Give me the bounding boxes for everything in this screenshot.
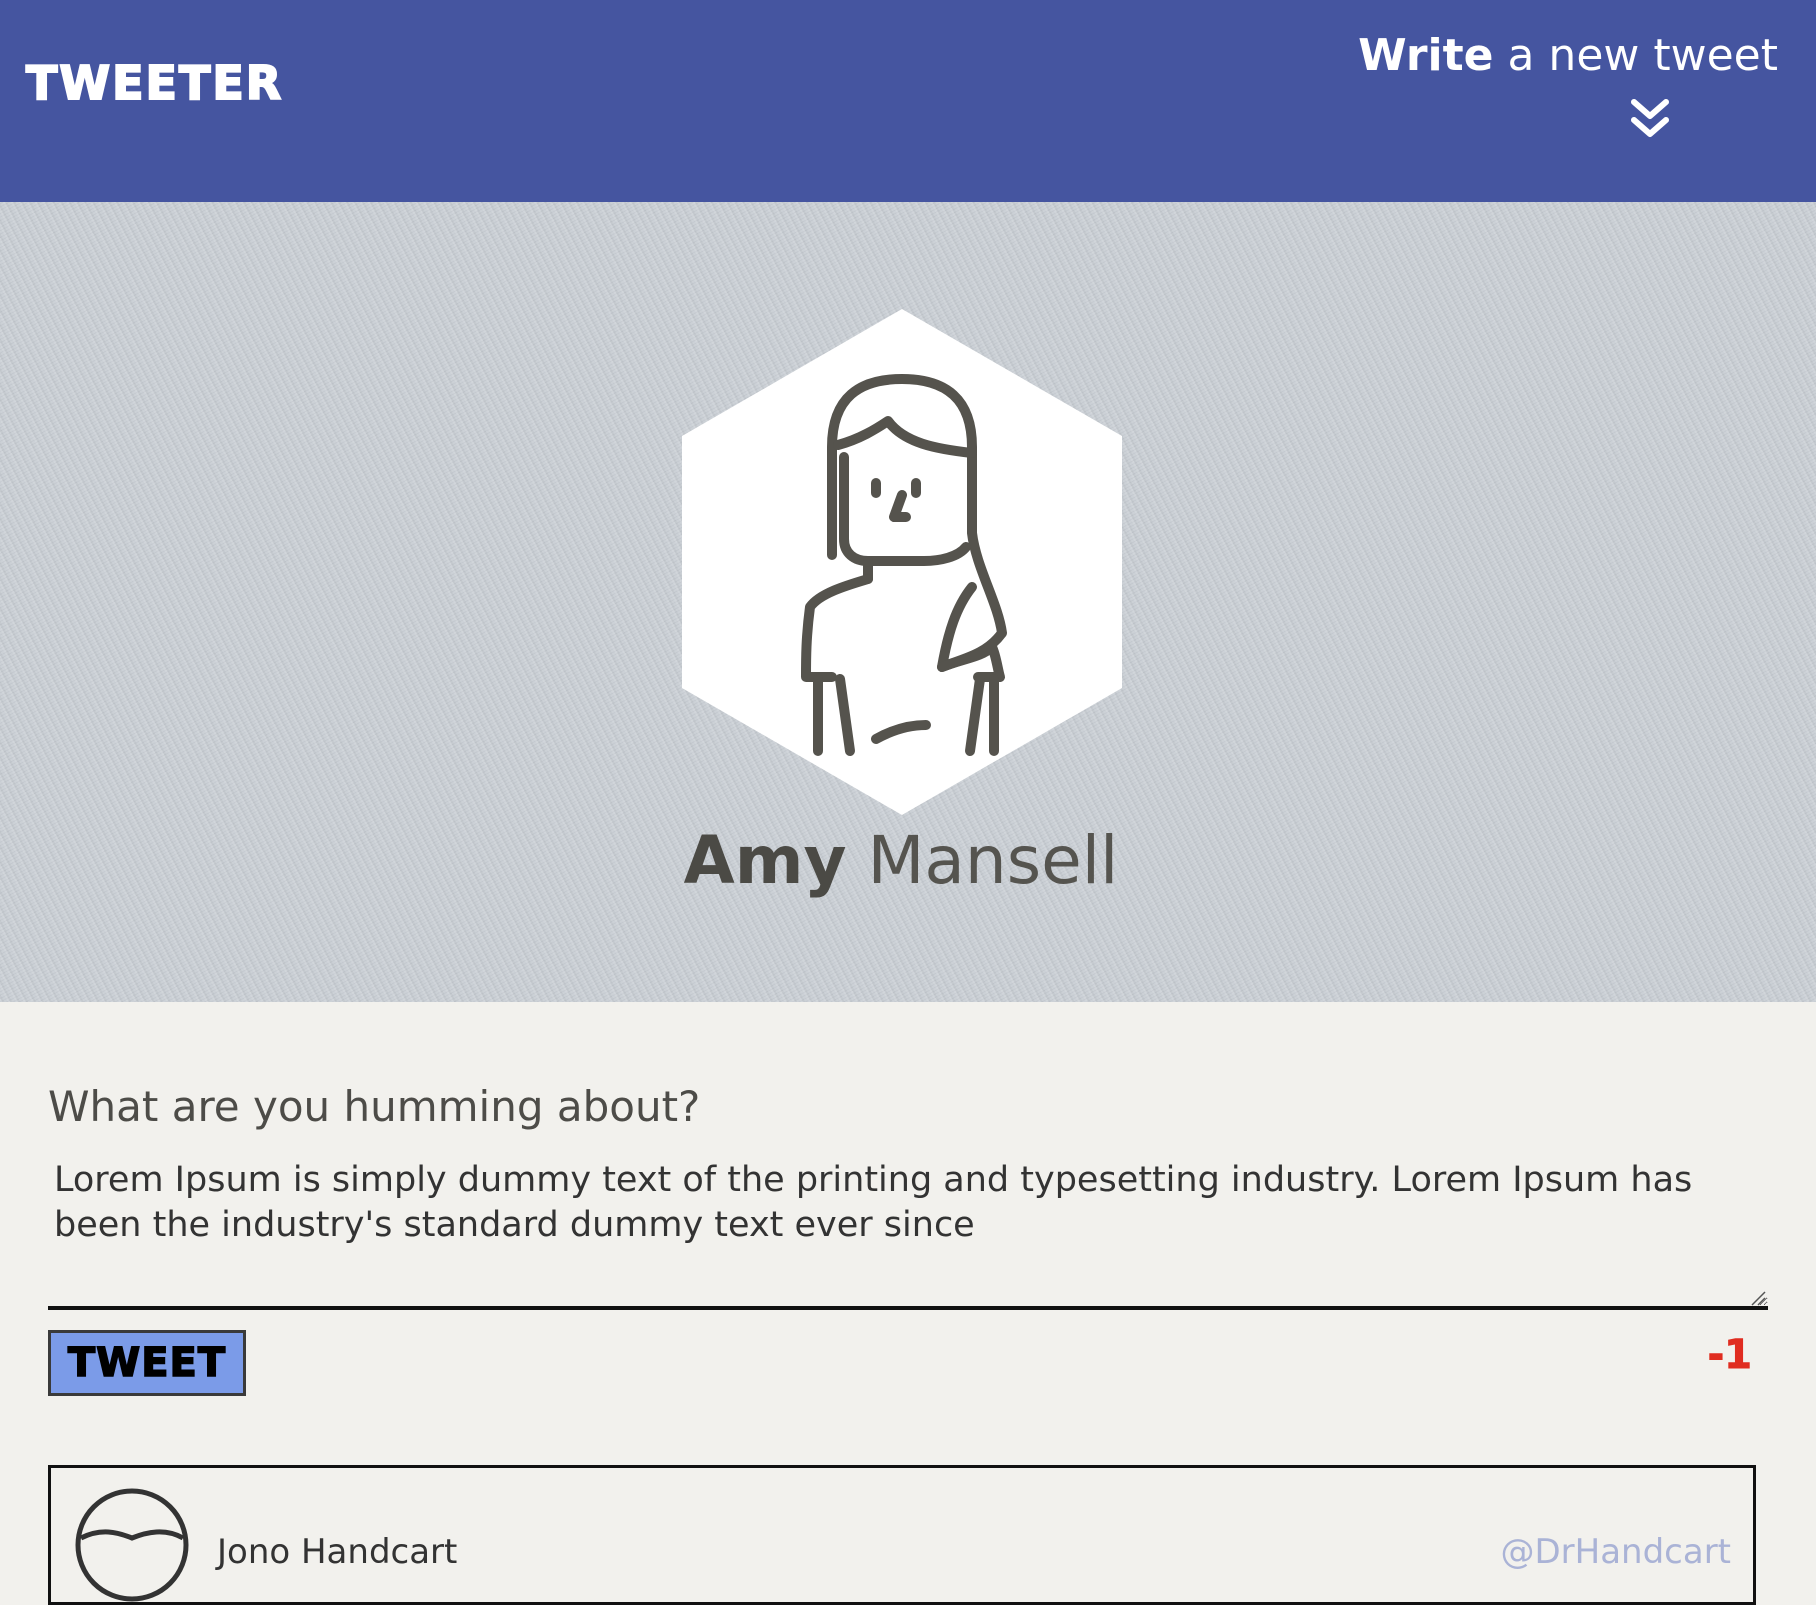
write-tweet-rest: a new tweet [1493,30,1778,81]
double-chevron-down-icon[interactable] [1628,96,1672,144]
top-nav: TWEETER Write a new tweet [0,0,1816,202]
profile-header: Amy Mansell [0,202,1816,1002]
profile-first-name: Amy [683,822,847,899]
tweet-card: Jono Handcart @DrHandcart [48,1465,1756,1605]
write-tweet-toggle[interactable]: Write a new tweet [1358,30,1778,150]
profile-name: Amy Mansell [0,822,1802,899]
character-counter: -1 [1707,1332,1752,1379]
profile-last-name: Mansell [867,822,1119,899]
user-avatar-icon [75,1488,189,1602]
write-tweet-bold: Write [1358,30,1494,81]
tweet-button[interactable]: TWEET [48,1330,246,1396]
app-logo[interactable]: TWEETER [25,55,283,111]
compose-prompt: What are you humming about? [48,1082,701,1131]
tweet-textarea[interactable]: Lorem Ipsum is simply dummy text of the … [48,1150,1768,1310]
tweet-author-handle[interactable]: @DrHandcart [1500,1532,1731,1572]
write-tweet-label: Write a new tweet [1358,30,1778,81]
tweet-author-name: Jono Handcart [217,1532,458,1572]
profile-avatar [682,309,1122,815]
resize-grip-icon[interactable] [1750,1290,1766,1306]
